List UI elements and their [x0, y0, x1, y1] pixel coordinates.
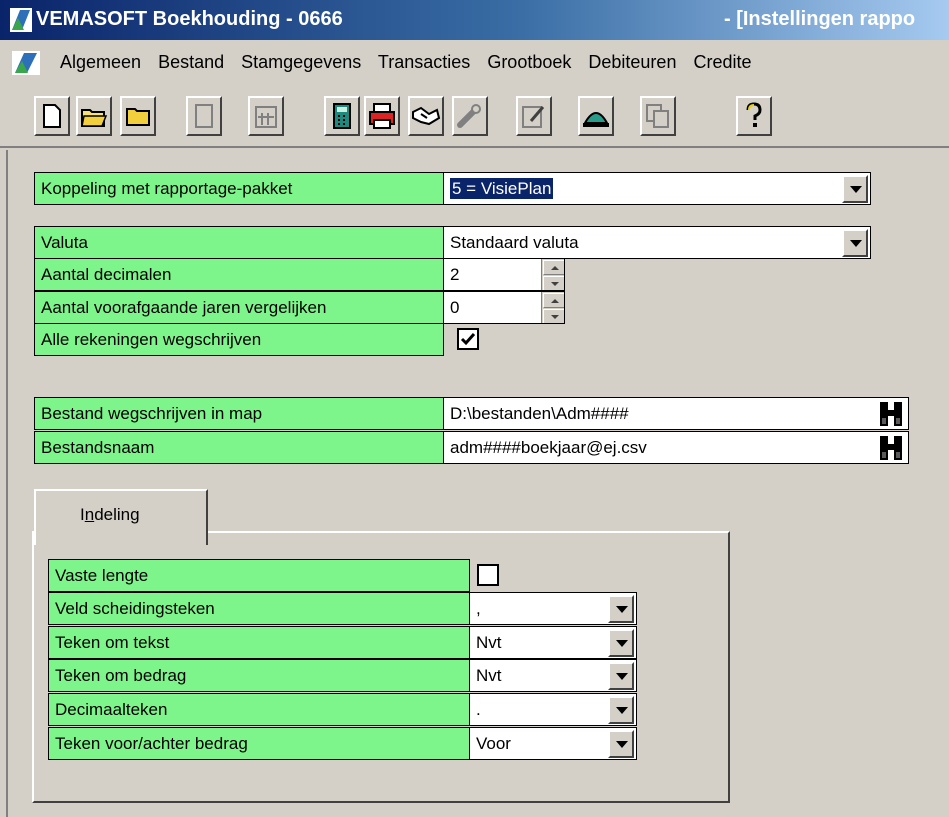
jaren-spinner[interactable]	[541, 292, 564, 323]
scheidingsteken-select[interactable]: ,	[469, 592, 637, 625]
vaste-lengte-checkbox[interactable]	[477, 564, 499, 586]
voor-achter-select[interactable]: Voor	[469, 727, 637, 760]
scheidingsteken-value: ,	[476, 599, 481, 618]
user-icon	[581, 103, 611, 129]
koppeling-label: Koppeling met rapportage-pakket	[34, 172, 444, 205]
voor-achter-label: Teken voor/achter bedrag	[48, 727, 470, 760]
copy-icon	[645, 103, 671, 129]
bestandsnaam-input[interactable]: adm####boekjaar@ej.csv	[443, 431, 909, 464]
copy-button[interactable]	[640, 96, 676, 136]
calendar-icon	[254, 103, 278, 129]
jaren-label: Aantal voorafgaande jaren vergelijken	[34, 291, 444, 324]
vaste-lengte-label: Vaste lengte	[48, 559, 470, 592]
decimalen-spinner[interactable]	[541, 259, 564, 290]
window-frame-left	[6, 150, 8, 817]
koppeling-dropdown-button[interactable]	[842, 175, 868, 203]
valuta-dropdown-button[interactable]	[842, 229, 868, 257]
map-label: Bestand wegschrijven in map	[34, 397, 444, 430]
blank-page-icon	[194, 103, 214, 129]
title-bar: VEMASOFT Boekhouding - 0666 - [Instellin…	[0, 0, 949, 40]
help-icon	[745, 102, 763, 130]
app-menu-icon[interactable]	[12, 51, 40, 80]
calculator-icon	[332, 102, 352, 130]
bestandsnaam-browse-icon[interactable]	[876, 434, 906, 462]
menu-bestand[interactable]: Bestand	[158, 52, 224, 72]
map-browse-icon[interactable]	[876, 400, 906, 428]
edit-icon	[521, 103, 547, 129]
decimalen-spin-down-icon[interactable]	[543, 276, 564, 290]
scheidingsteken-dropdown-button[interactable]	[608, 595, 634, 623]
calculator-button[interactable]	[324, 96, 360, 136]
menu-stamgegevens[interactable]: Stamgegevens	[241, 52, 361, 72]
decimaalteken-select[interactable]: .	[469, 693, 637, 726]
map-input[interactable]: D:\bestanden\Adm####	[443, 397, 909, 430]
user-button[interactable]	[578, 96, 614, 136]
menu-debiteuren[interactable]: Debiteuren	[588, 52, 676, 72]
new-document-icon	[41, 103, 63, 129]
document-title: - [Instellingen rappo	[724, 8, 916, 30]
open-folder-button[interactable]	[76, 96, 112, 136]
voor-achter-dropdown-button[interactable]	[608, 730, 634, 758]
app-logo-icon	[10, 8, 32, 38]
bestandsnaam-value: adm####boekjaar@ej.csv	[450, 438, 647, 457]
folder-icon	[125, 105, 151, 127]
help-button[interactable]	[736, 96, 772, 136]
jaren-spin-up-icon[interactable]	[543, 293, 564, 308]
alle-rekeningen-checkbox[interactable]	[457, 328, 479, 350]
koppeling-select[interactable]: 5 = VisiePlan	[443, 172, 871, 205]
handshake-icon	[411, 104, 441, 128]
decimaalteken-label: Decimaalteken	[48, 693, 470, 726]
jaren-value: 0	[450, 298, 460, 317]
menu-grootboek[interactable]: Grootboek	[487, 52, 571, 72]
teken-tekst-dropdown-button[interactable]	[608, 629, 634, 657]
alle-rekeningen-cell	[443, 323, 503, 356]
jaren-spin-down-icon[interactable]	[543, 309, 564, 323]
new-document-button[interactable]	[34, 96, 70, 136]
menu-crediteuren[interactable]: Credite	[693, 52, 751, 72]
valuta-label: Valuta	[34, 226, 444, 259]
decimalen-input[interactable]: 2	[443, 258, 565, 291]
decimaalteken-value: .	[476, 700, 481, 719]
blank-page-button[interactable]	[186, 96, 222, 136]
teken-bedrag-label: Teken om bedrag	[48, 659, 470, 692]
tab-indeling[interactable]: Indeling	[34, 489, 208, 545]
menu-algemeen[interactable]: Algemeen	[60, 52, 141, 72]
teken-bedrag-select[interactable]: Nvt	[469, 659, 637, 692]
edit-button[interactable]	[516, 96, 552, 136]
map-value: D:\bestanden\Adm####	[450, 404, 629, 423]
window-title: VEMASOFT Boekhouding - 0666	[36, 8, 343, 30]
wrench-button[interactable]	[452, 96, 488, 136]
teken-tekst-value: Nvt	[476, 633, 502, 652]
decimaalteken-dropdown-button[interactable]	[608, 696, 634, 724]
toolbar	[0, 84, 949, 148]
vaste-lengte-cell	[469, 559, 529, 592]
menu-transacties[interactable]: Transacties	[378, 52, 470, 72]
jaren-input[interactable]: 0	[443, 291, 565, 324]
tab-indeling-label: Indeling	[80, 505, 140, 524]
teken-bedrag-value: Nvt	[476, 666, 502, 685]
open-folder-icon	[80, 104, 108, 128]
alle-rekeningen-label: Alle rekeningen wegschrijven	[34, 323, 444, 356]
teken-tekst-select[interactable]: Nvt	[469, 626, 637, 659]
teken-tekst-label: Teken om tekst	[48, 626, 470, 659]
bestandsnaam-label: Bestandsnaam	[34, 431, 444, 464]
scheidingsteken-label: Veld scheidingsteken	[48, 592, 470, 625]
valuta-value: Standaard valuta	[450, 233, 579, 252]
print-button[interactable]	[364, 96, 400, 136]
handshake-button[interactable]	[408, 96, 444, 136]
calendar-button[interactable]	[248, 96, 284, 136]
valuta-select[interactable]: Standaard valuta	[443, 226, 871, 259]
decimalen-label: Aantal decimalen	[34, 258, 444, 291]
print-icon	[368, 102, 396, 130]
decimalen-spin-up-icon[interactable]	[543, 260, 564, 275]
menu-bar: Algemeen Bestand Stamgegevens Transactie…	[0, 42, 949, 82]
koppeling-value: 5 = VisiePlan	[450, 178, 554, 199]
checkmark-icon	[460, 333, 476, 346]
voor-achter-value: Voor	[476, 734, 511, 753]
wrench-icon	[456, 103, 484, 129]
teken-bedrag-dropdown-button[interactable]	[608, 662, 634, 690]
decimalen-value: 2	[450, 265, 460, 284]
folder-button[interactable]	[120, 96, 156, 136]
